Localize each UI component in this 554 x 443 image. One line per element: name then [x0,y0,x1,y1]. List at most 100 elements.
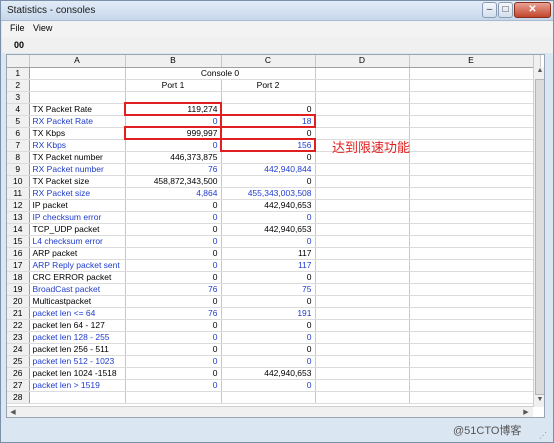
stat-label[interactable]: IP checksum error [29,211,126,224]
stat-label[interactable]: TX Packet Rate [29,103,126,116]
port1-value[interactable]: 0 [125,211,222,224]
stat-label[interactable]: packet len 64 - 127 [29,319,126,332]
port2-value[interactable]: 191 [221,307,316,320]
port1-header[interactable]: Port 1 [125,79,222,92]
stat-label[interactable]: L4 checksum error [29,235,126,248]
stat-label[interactable]: TCP_UDP packet [29,223,126,236]
stat-label[interactable]: TX Packet size [29,175,126,188]
stat-label[interactable]: ARP packet [29,247,126,260]
column-header-a[interactable]: A [29,55,126,68]
scroll-down-icon[interactable]: ▼ [535,396,544,406]
port1-value[interactable]: 0 [125,247,222,260]
port2-value[interactable]: 442,940,653 [221,223,316,236]
cell-d[interactable] [315,355,410,368]
stat-label[interactable]: Multicastpacket [29,295,126,308]
cell-b[interactable] [125,91,222,104]
row-number[interactable]: 20 [7,295,30,308]
port2-header[interactable]: Port 2 [221,79,316,92]
stat-label[interactable]: packet len 128 - 255 [29,331,126,344]
cell-d[interactable] [315,223,410,236]
port1-value[interactable]: 0 [125,379,222,392]
port2-value[interactable]: 0 [221,331,316,344]
row-number[interactable]: 11 [7,187,30,200]
row-number[interactable]: 14 [7,223,30,236]
vertical-scrollbar[interactable]: ▲ ▼ [533,67,544,407]
port1-value[interactable]: 0 [125,223,222,236]
port2-value[interactable]: 117 [221,247,316,260]
row-number[interactable]: 4 [7,103,30,116]
port2-value[interactable]: 455,343,003,508 [221,187,316,200]
cell-d[interactable] [315,379,410,392]
row-number[interactable]: 21 [7,307,30,320]
menu-file[interactable]: File [10,23,25,33]
cell-d[interactable] [315,91,410,104]
port1-value[interactable]: 76 [125,283,222,296]
port2-value[interactable]: 0 [221,271,316,284]
row-number[interactable]: 9 [7,163,30,176]
stat-label[interactable]: packet len 1024 -1518 [29,367,126,380]
stat-label[interactable]: IP packet [29,199,126,212]
stat-label[interactable]: CRC ERROR packet [29,271,126,284]
stat-label[interactable]: ARP Reply packet sent [29,259,126,272]
cell-e[interactable] [409,271,534,284]
row-number[interactable]: 18 [7,271,30,284]
minimize-button[interactable]: – [482,2,497,18]
cell-d[interactable] [315,307,410,320]
row-number[interactable]: 26 [7,367,30,380]
cell-e[interactable] [409,127,534,140]
row-number[interactable]: 7 [7,139,30,152]
row-number[interactable]: 5 [7,115,30,128]
stat-label[interactable]: packet len > 1519 [29,379,126,392]
cell-d[interactable] [315,235,410,248]
port2-value[interactable]: 75 [221,283,316,296]
cell-d[interactable] [315,79,410,92]
column-header-e[interactable]: E [409,55,534,68]
cell-e[interactable] [409,223,534,236]
port1-value[interactable]: 0 [125,115,222,128]
cell-e[interactable] [409,211,534,224]
cell-d[interactable] [315,343,410,356]
port1-value[interactable]: 0 [125,367,222,380]
port2-value[interactable]: 0 [221,235,316,248]
port1-value[interactable]: 4,864 [125,187,222,200]
cell-d[interactable] [315,391,410,404]
row-number[interactable]: 10 [7,175,30,188]
cell-a[interactable] [29,67,126,80]
stat-label[interactable]: TX Packet number [29,151,126,164]
row-number[interactable]: 3 [7,91,30,104]
resize-grip-icon[interactable]: ⋰ [539,431,547,440]
close-button[interactable]: ✕ [514,2,551,18]
cell-e[interactable] [409,151,534,164]
cell-e[interactable] [409,331,534,344]
port1-value[interactable]: 0 [125,259,222,272]
row-number[interactable]: 13 [7,211,30,224]
corner-cell[interactable] [7,55,30,68]
stat-label[interactable]: TX Kbps [29,127,126,140]
cell-b[interactable] [125,391,222,404]
cell-e[interactable] [409,247,534,260]
port1-value[interactable]: 0 [125,355,222,368]
cell-d[interactable] [315,163,410,176]
port2-value[interactable]: 0 [221,343,316,356]
stat-label[interactable]: RX Packet size [29,187,126,200]
row-number[interactable]: 27 [7,379,30,392]
row-number[interactable]: 19 [7,283,30,296]
cell-e[interactable] [409,163,534,176]
port2-value[interactable]: 0 [221,211,316,224]
cell-d[interactable] [315,175,410,188]
statistics-grid[interactable]: A B C D E 1 Console 0 2 Port 1 Port 2 3 4 TX Packet … [6,54,545,418]
cell-c[interactable] [221,391,316,404]
cell-e[interactable] [409,379,534,392]
port2-value[interactable]: 0 [221,379,316,392]
port2-value[interactable]: 442,940,844 [221,163,316,176]
cell-d[interactable] [315,187,410,200]
column-header-c[interactable]: C [221,55,316,68]
port2-value[interactable]: 442,940,653 [221,199,316,212]
port1-value[interactable]: 999,997 [124,126,222,140]
cell-d[interactable] [315,103,410,116]
cell-e[interactable] [409,67,534,80]
column-header-b[interactable]: B [125,55,222,68]
cell-d[interactable] [315,319,410,332]
row-number[interactable]: 15 [7,235,30,248]
cell-e[interactable] [409,295,534,308]
